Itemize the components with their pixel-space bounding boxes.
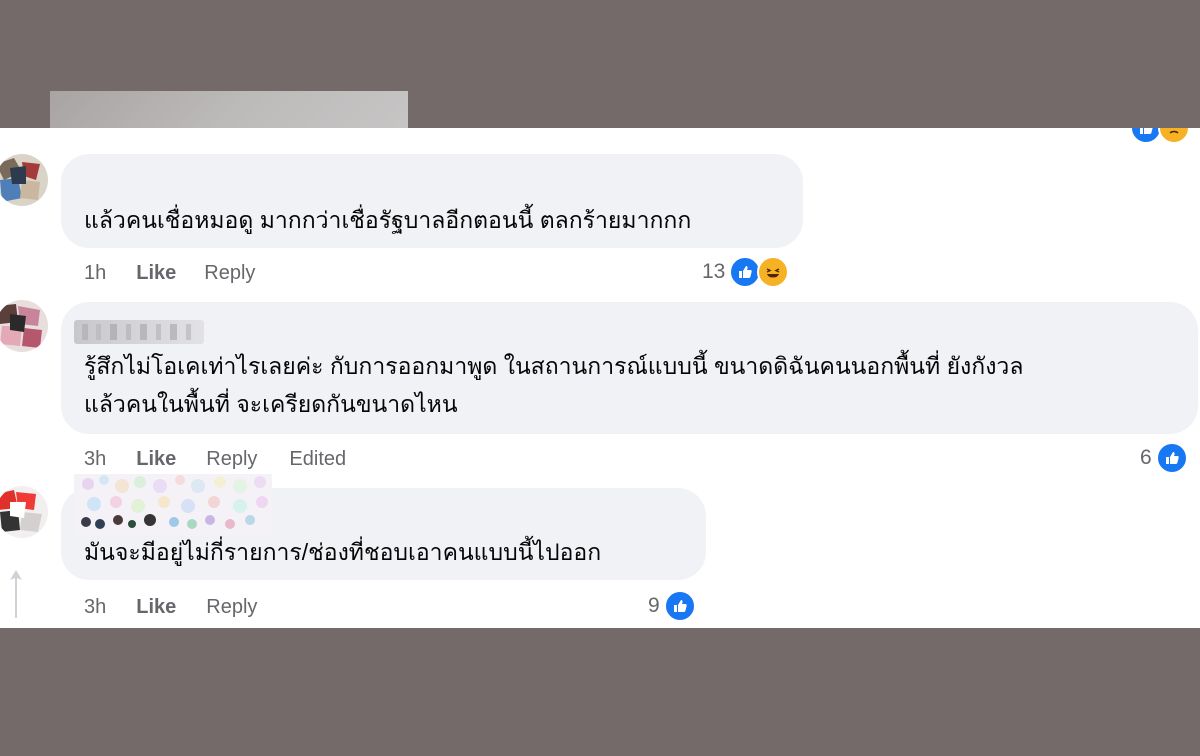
- like-button[interactable]: Like: [136, 262, 176, 285]
- like-button[interactable]: Like: [136, 596, 176, 619]
- comment-actions: 1h Like Reply: [84, 262, 255, 285]
- reaction-count: 6: [1140, 446, 1152, 469]
- like-button[interactable]: Like: [136, 448, 176, 471]
- comment-text: มันจะมีอยู่ไม่กี่รายการ/ช่องที่ชอบเอาคนแ…: [84, 539, 602, 565]
- avatar[interactable]: [0, 300, 48, 352]
- reaction-summary[interactable]: 9: [648, 590, 696, 622]
- reaction-count: 13: [702, 260, 726, 283]
- comment-text: แล้วคนเชื่อหมอดู มากกว่าเชื่อรัฐบาลอีกตอ…: [84, 207, 692, 233]
- comments-panel: แล้วคนเชื่อหมอดู มากกว่าเชื่อรัฐบาลอีกตอ…: [0, 128, 1200, 628]
- comment-text-line-2: แล้วคนในพื้นที่ จะเครียดกันขนาดไหน: [84, 391, 458, 417]
- previous-comment-reactions[interactable]: [1130, 128, 1190, 144]
- avatar[interactable]: [0, 486, 48, 538]
- like-icon: [663, 590, 696, 622]
- sad-icon: [1158, 128, 1190, 144]
- comment-actions: 3h Like Reply: [84, 596, 257, 619]
- edited-label[interactable]: Edited: [289, 448, 346, 471]
- reply-button[interactable]: Reply: [206, 596, 257, 619]
- redacted-name: [74, 474, 272, 536]
- reaction-summary[interactable]: 13: [702, 256, 790, 288]
- reply-button[interactable]: Reply: [204, 262, 255, 285]
- like-icon: [1155, 442, 1188, 474]
- avatar[interactable]: [0, 154, 48, 206]
- timestamp[interactable]: 1h: [84, 262, 106, 285]
- reply-thread-arrow-icon: [8, 568, 24, 623]
- timestamp[interactable]: 3h: [84, 448, 106, 471]
- reaction-summary[interactable]: 6: [1140, 442, 1188, 474]
- timestamp[interactable]: 3h: [84, 596, 106, 619]
- reaction-count: 9: [648, 594, 660, 617]
- reply-button[interactable]: Reply: [206, 448, 257, 471]
- comment-actions: 3h Like Reply Edited: [84, 448, 346, 471]
- haha-icon: [757, 256, 790, 288]
